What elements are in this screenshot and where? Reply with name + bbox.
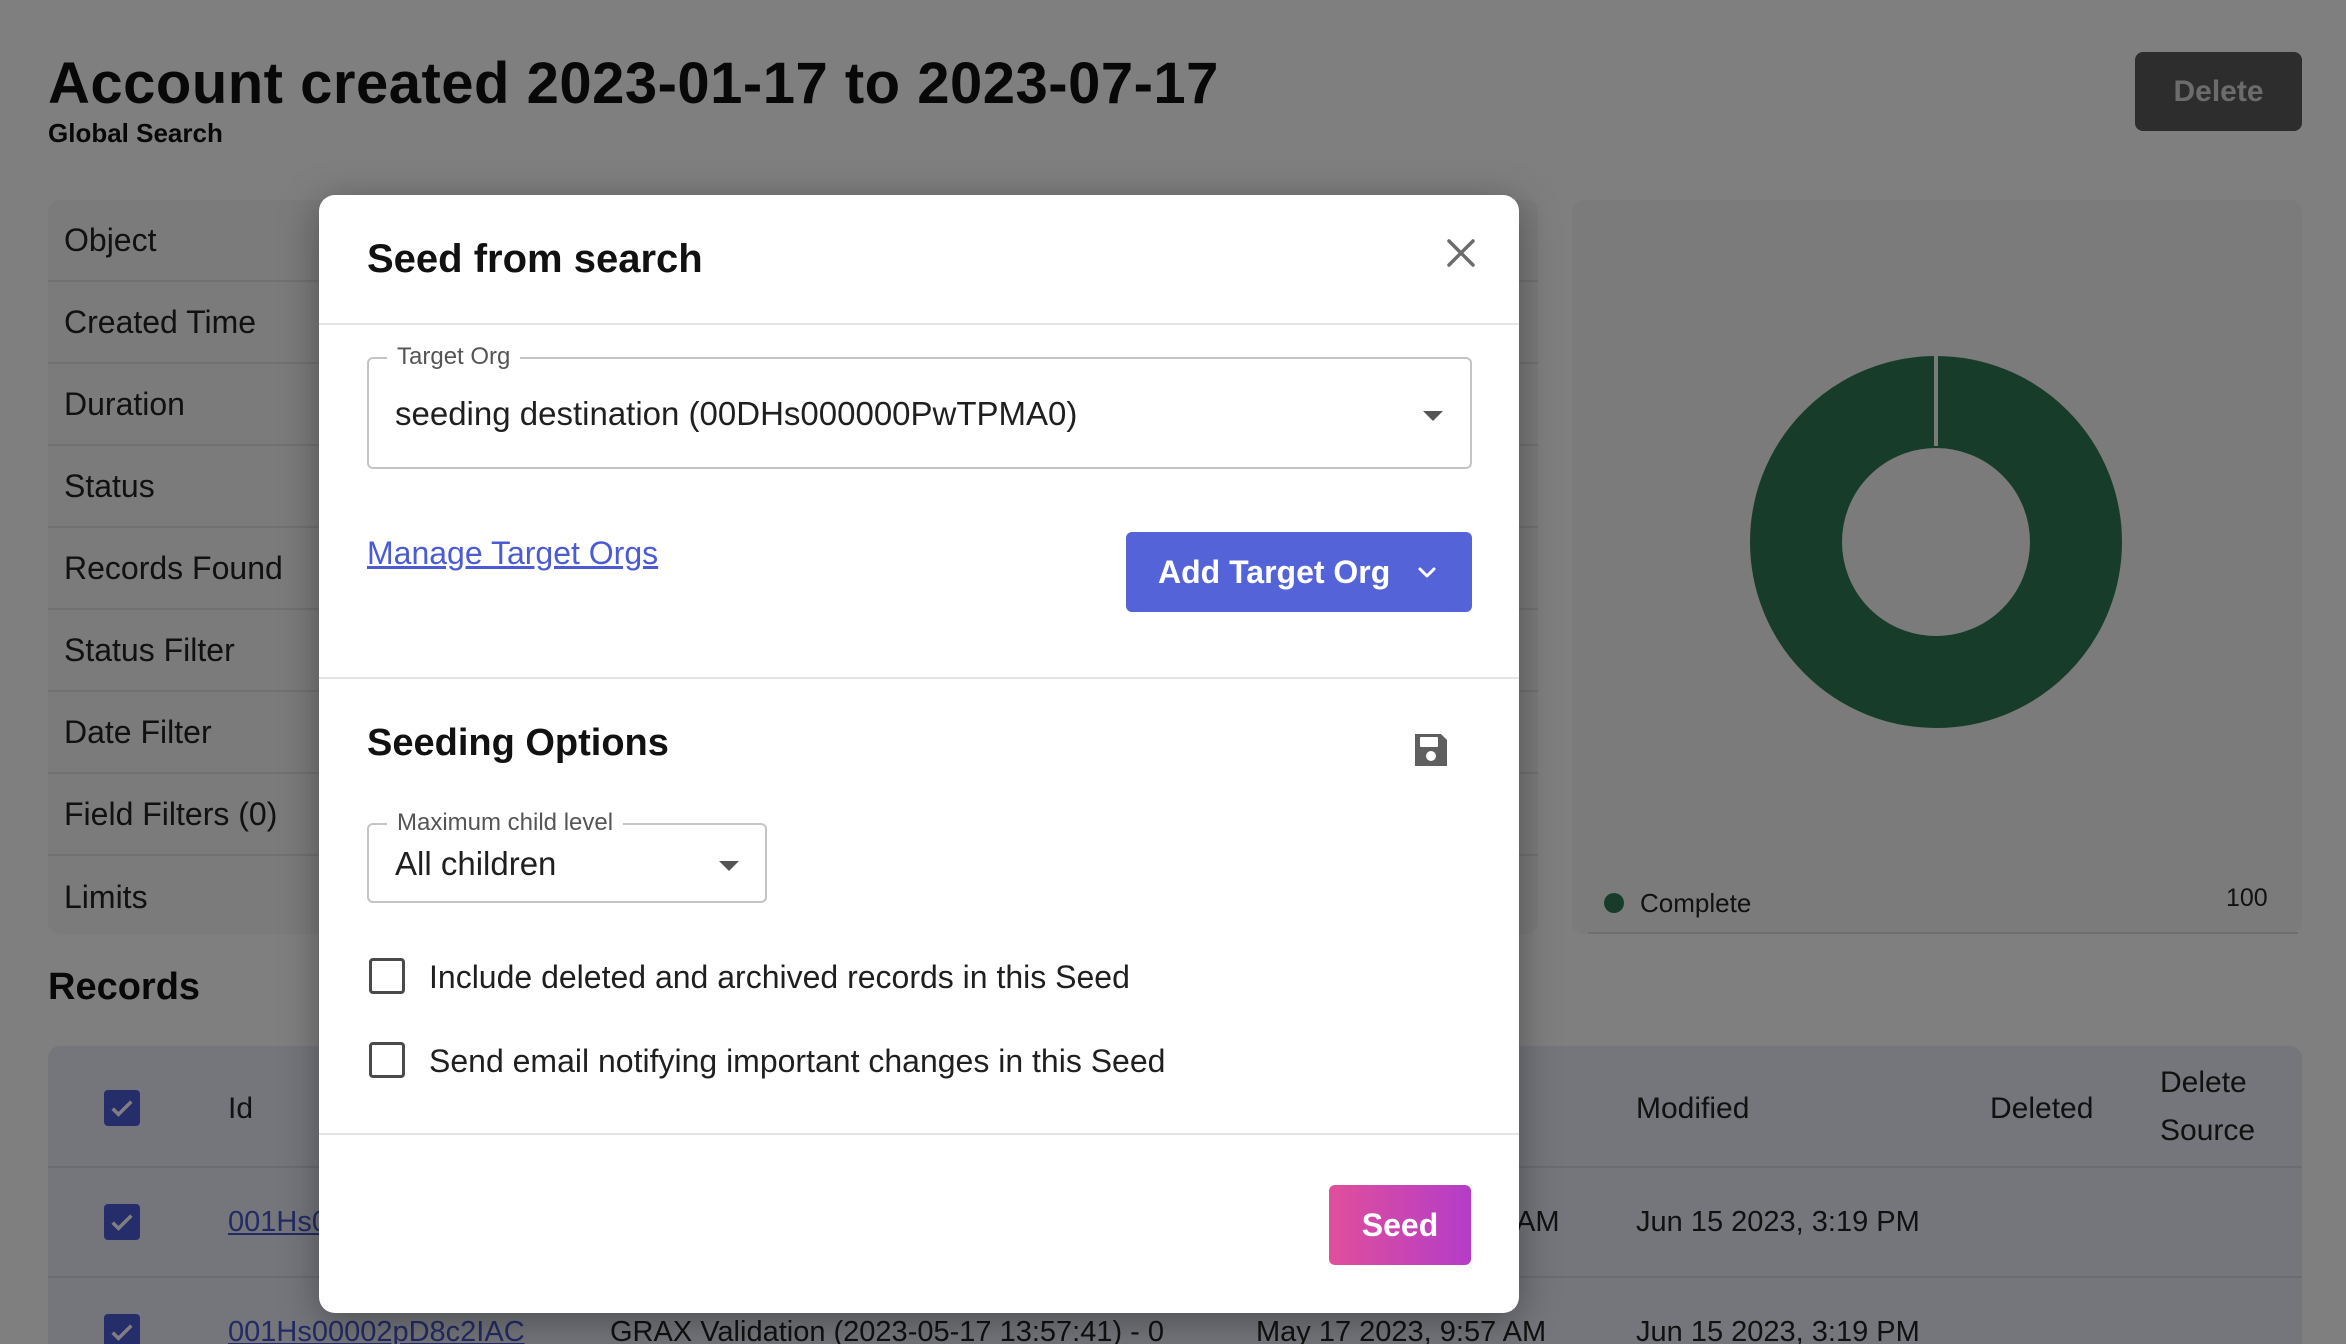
section-divider (319, 677, 1519, 679)
save-options-button[interactable] (1411, 730, 1451, 770)
page: Account created 2023-01-17 to 2023-07-17… (0, 0, 2346, 1344)
header-divider (319, 323, 1519, 325)
target-org-select[interactable]: Target Org seeding destination (00DHs000… (367, 343, 1472, 469)
footer-divider (319, 1133, 1519, 1135)
manage-target-orgs-link[interactable]: Manage Target Orgs (367, 535, 658, 572)
caret-down-icon (1423, 411, 1443, 421)
include-deleted-label[interactable]: Include deleted and archived records in … (429, 959, 1130, 996)
max-child-level-value: All children (395, 845, 557, 882)
send-email-checkbox[interactable] (369, 1042, 405, 1078)
floppy-disk-icon (1415, 734, 1447, 766)
caret-down-icon (719, 861, 739, 871)
send-email-label[interactable]: Send email notifying important changes i… (429, 1043, 1165, 1080)
target-org-value: seeding destination (00DHs000000PwTPMA0) (395, 395, 1078, 432)
include-deleted-checkbox[interactable] (369, 958, 405, 994)
seeding-options-title: Seeding Options (367, 722, 669, 764)
close-button[interactable] (1441, 233, 1481, 273)
max-child-level-label: Maximum child level (387, 809, 624, 837)
add-target-org-label: Add Target Org (1158, 553, 1391, 590)
add-target-org-button[interactable]: Add Target Org (1126, 532, 1472, 612)
max-child-level-select[interactable]: Maximum child level All children (367, 809, 767, 903)
dialog-title: Seed from search (367, 237, 703, 281)
chevron-down-icon (1418, 567, 1436, 578)
close-icon (1447, 239, 1475, 267)
target-org-label: Target Org (387, 343, 521, 371)
seed-from-search-dialog: Seed from search Target Org seeding dest… (319, 195, 1519, 1313)
seed-button[interactable]: Seed (1329, 1185, 1471, 1265)
